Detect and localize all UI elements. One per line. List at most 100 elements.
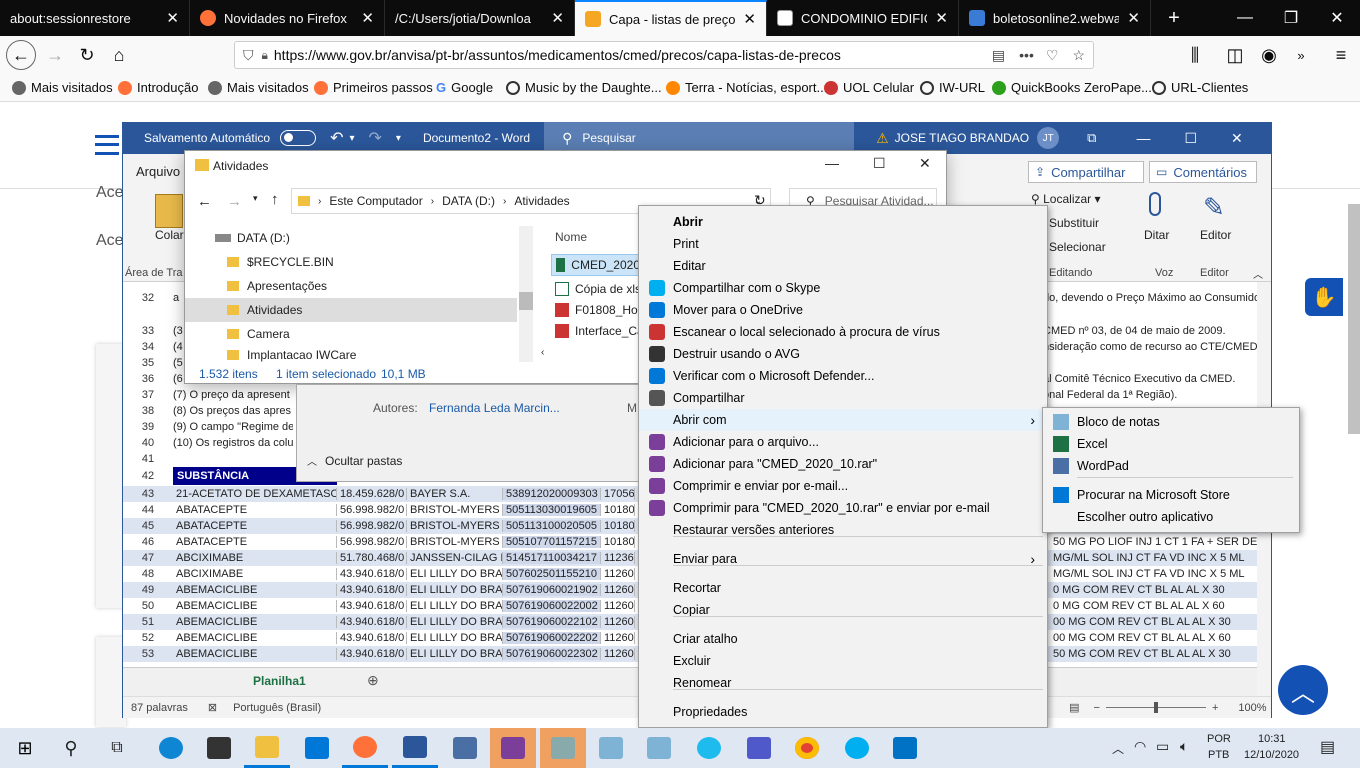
context-menu-item[interactable]: Copiar [639, 599, 1047, 621]
breadcrumb[interactable]: Atividades [514, 194, 569, 208]
back-icon[interactable]: ← [197, 193, 212, 210]
open-with-item[interactable]: Excel [1043, 433, 1299, 455]
customize-quick-access-icon[interactable]: ▾ [396, 133, 401, 144]
search-button[interactable]: ⚲ [48, 728, 94, 768]
wifi-icon[interactable]: ◠ [1134, 738, 1146, 755]
tab-boletos[interactable]: boletosonline2.webware ✕ [959, 0, 1151, 36]
editor-pen-icon[interactable]: ✎ [1203, 192, 1225, 223]
open-with-item[interactable]: Procurar na Microsoft Store [1043, 484, 1299, 506]
recent-locations-icon[interactable]: ▾ [253, 193, 258, 204]
close-tab-icon[interactable]: ✕ [743, 10, 756, 28]
context-menu-item[interactable]: Comprimir para "CMED_2020_10.rar" e envi… [639, 497, 1047, 519]
autosave-toggle[interactable] [280, 130, 317, 146]
close-tab-icon[interactable]: ✕ [1127, 9, 1140, 27]
forward-icon[interactable]: → [227, 193, 242, 210]
context-menu-item[interactable]: Renomear [639, 672, 1047, 694]
close-icon[interactable]: ✕ [1231, 130, 1243, 147]
bookmark-item[interactable]: Mais visitados [208, 80, 309, 95]
context-menu-item[interactable]: Compartilhar com o Skype [639, 277, 1047, 299]
clock-time[interactable]: 10:31 [1258, 733, 1286, 745]
volume-icon[interactable]: 🔈︎ [1180, 738, 1188, 755]
taskbar-firefox[interactable] [342, 728, 388, 768]
context-menu-item[interactable]: Compartilhar [639, 387, 1047, 409]
url-text[interactable]: https://www.gov.br/anvisa/pt-br/assuntos… [274, 47, 984, 63]
taskbar-chrome[interactable] [784, 728, 830, 768]
redo-icon[interactable]: ↷ [369, 128, 382, 148]
file-item[interactable]: Cópia de xls [555, 279, 641, 299]
dictate-button[interactable]: Ditar [1144, 228, 1169, 242]
taskbar-edge[interactable] [148, 728, 194, 768]
context-menu-item[interactable]: Enviar para › [639, 548, 1047, 570]
close-tab-icon[interactable]: ✕ [935, 9, 948, 27]
close-window-icon[interactable]: ✕ [1314, 0, 1360, 36]
undo-icon[interactable]: ↶ [330, 128, 343, 148]
context-menu-item[interactable]: Recortar [639, 577, 1047, 599]
context-menu-item[interactable]: Print [639, 233, 1047, 255]
forward-icon[interactable]: → [40, 40, 70, 70]
avatar[interactable]: JT [1037, 127, 1060, 149]
bookmark-item[interactable]: IW-URL [920, 80, 985, 95]
restore-icon[interactable]: ❐ [1268, 0, 1314, 36]
column-header-name[interactable]: Nome [555, 230, 587, 244]
share-button[interactable]: ⇪ Compartilhar [1028, 161, 1144, 183]
show-hidden-icons[interactable]: ︿ [1112, 740, 1124, 757]
sheet-tab[interactable]: Planilha1 [253, 674, 306, 688]
word-count[interactable]: 87 palavras [131, 702, 188, 714]
zoom-slider[interactable] [1105, 702, 1206, 713]
paste-label[interactable]: Colar [155, 228, 184, 242]
tree-item-selected[interactable]: Atividades [185, 298, 517, 322]
bookmark-item[interactable]: Primeiros passos [314, 80, 433, 95]
breadcrumb[interactable]: Este Computador [329, 194, 422, 208]
tree-item[interactable]: DATA (D:) [215, 228, 290, 248]
replace-button[interactable]: Substituir [1049, 216, 1099, 230]
tree-scrollbar[interactable] [519, 226, 533, 362]
open-with-item[interactable]: WordPad [1043, 455, 1299, 477]
bookmark-item[interactable]: QuickBooks ZeroPape... [992, 80, 1152, 95]
zoom-level[interactable]: 100% [1238, 702, 1266, 714]
up-folder-icon[interactable]: ↑ [271, 191, 279, 208]
pocket-icon[interactable]: ♡ [1046, 47, 1059, 64]
context-menu-item[interactable]: Excluir [639, 650, 1047, 672]
back-icon[interactable]: ← [6, 40, 36, 70]
input-layout[interactable]: PTB [1208, 749, 1229, 761]
taskbar-app[interactable] [636, 728, 682, 768]
context-menu-item[interactable]: Comprimir e enviar por e-mail... [639, 475, 1047, 497]
battery-icon[interactable]: ▭ [1156, 738, 1169, 755]
home-icon[interactable]: ⌂ [104, 40, 134, 70]
close-icon[interactable]: ✕ [919, 155, 931, 172]
editor-button[interactable]: Editor [1200, 228, 1231, 242]
tab-capa-listas[interactable]: Capa - listas de preços — ✕ [575, 0, 767, 36]
bookmark-item[interactable]: Introdução [118, 80, 198, 95]
url-bar[interactable]: ⛉ 🔒︎ https://www.gov.br/anvisa/pt-br/ass… [234, 41, 1094, 69]
tab-novidades[interactable]: Novidades no Firefox ✕ [190, 0, 385, 36]
minimize-icon[interactable]: — [1136, 130, 1150, 146]
find-button[interactable]: ⚲ Localizar ▾ [1031, 192, 1101, 206]
hide-folders-button[interactable]: ︿ Ocultar pastas [307, 453, 402, 469]
tree-item[interactable]: $RECYCLE.BIN [227, 252, 334, 272]
taskbar-winrar[interactable] [490, 728, 536, 768]
close-tab-icon[interactable]: ✕ [361, 9, 374, 27]
file-item[interactable]: Interface_Ca [555, 321, 644, 341]
new-tab-button[interactable]: + [1151, 0, 1197, 36]
vlibras-accessibility-icon[interactable]: ✋ [1305, 278, 1343, 316]
minimize-icon[interactable]: — [825, 155, 839, 171]
close-tab-icon[interactable]: ✕ [166, 9, 179, 27]
minimize-icon[interactable]: — [1222, 0, 1268, 36]
taskbar-app[interactable] [540, 728, 586, 768]
proofing-icon[interactable]: ⊠ [208, 701, 217, 714]
microphone-icon[interactable] [1149, 192, 1161, 216]
hamburger-menu-icon[interactable] [95, 135, 119, 155]
taskbar-app[interactable] [588, 728, 634, 768]
taskbar-store[interactable] [196, 728, 242, 768]
context-menu-item[interactable]: Adicionar para "CMED_2020_10.rar" [639, 453, 1047, 475]
taskbar-ie[interactable] [686, 728, 732, 768]
account-icon[interactable]: ◉ [1254, 40, 1284, 70]
notification-center-icon[interactable]: ▤ [1320, 737, 1335, 757]
scroll-to-top-button[interactable]: ︿ [1278, 665, 1328, 715]
ribbon-display-icon[interactable]: ⧉ [1087, 130, 1096, 146]
maximize-icon[interactable]: ☐ [873, 155, 886, 172]
reload-icon[interactable]: ↻ [72, 40, 102, 70]
taskbar-skype[interactable] [834, 728, 880, 768]
context-menu-item[interactable]: Restaurar versões anteriores [639, 519, 1047, 541]
taskbar-outlook[interactable] [882, 728, 928, 768]
